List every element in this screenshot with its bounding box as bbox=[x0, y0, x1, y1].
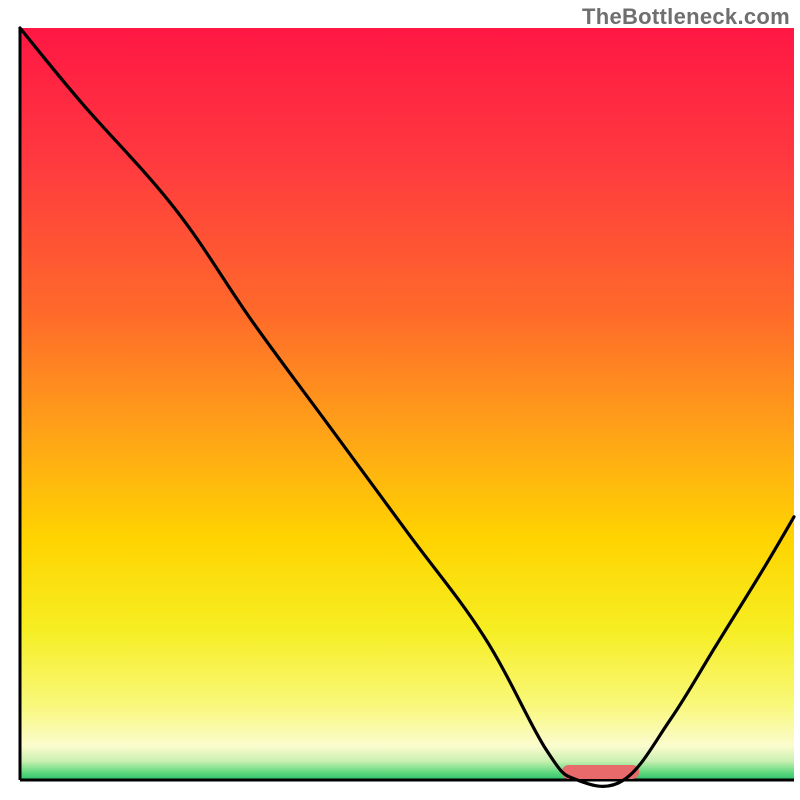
gradient-background bbox=[20, 28, 794, 780]
bottleneck-chart bbox=[0, 0, 800, 800]
chart-container: TheBottleneck.com bbox=[0, 0, 800, 800]
plot-area bbox=[20, 28, 794, 786]
watermark-text: TheBottleneck.com bbox=[582, 4, 790, 30]
